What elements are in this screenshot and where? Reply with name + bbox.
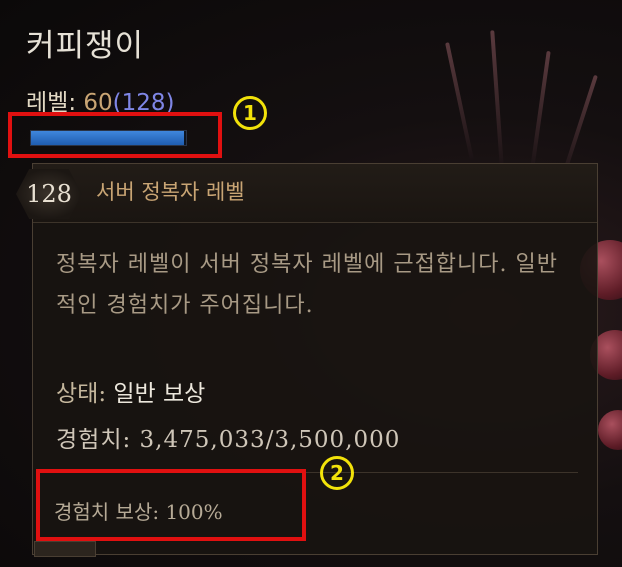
status-value: 일반 보상 [113,381,206,407]
tooltip-title: 서버 정복자 레벨 [96,180,245,204]
status-label: 상태: [56,381,107,407]
character-name: 커피쟁이 [26,28,145,64]
paragon-level-badge: 128 [16,169,82,219]
xp-amount: 경험치: 3,475,033/3,500,000 [56,427,401,453]
callout-marker-1: 1 [233,96,267,130]
tooltip-description: 정복자 레벨이 서버 정복자 레벨에 근접합니다. 일반적인 경험치가 주어집니… [56,252,558,318]
callout-marker-2: 2 [320,456,354,490]
highlight-box-xp-reward [36,469,306,541]
highlight-box-xp-bar [8,112,222,158]
bottom-tab-edge [34,541,96,557]
status-line: 상태: 일반 보상 [56,374,205,408]
